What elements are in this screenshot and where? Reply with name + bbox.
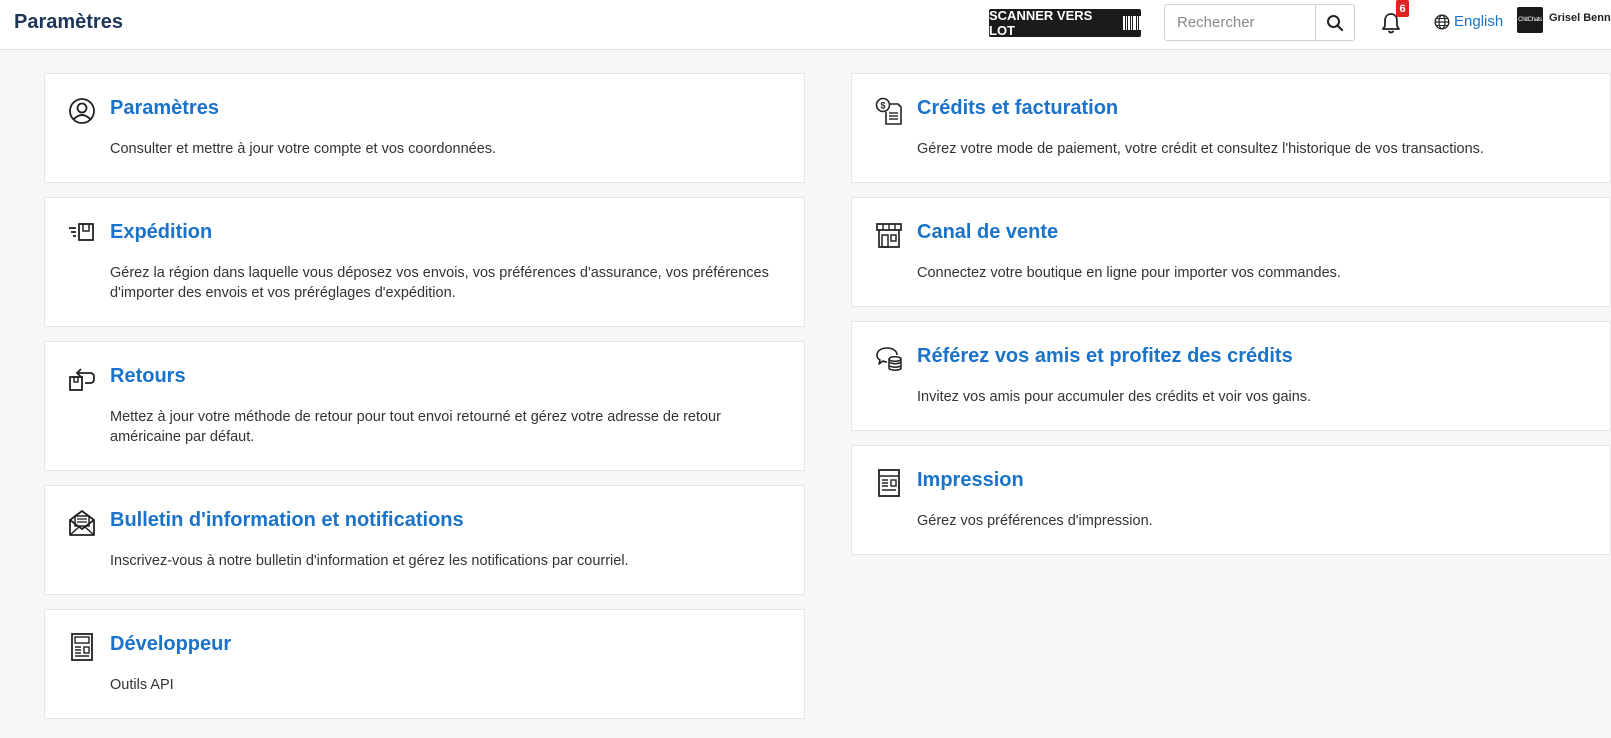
- card-title: Paramètres: [110, 97, 219, 119]
- settings-card-developer[interactable]: Développeur Outils API: [44, 609, 805, 719]
- card-title: Impression: [917, 469, 1024, 491]
- user-name[interactable]: Grisel Benn: [1549, 12, 1611, 24]
- card-title: Crédits et facturation: [917, 97, 1119, 119]
- user-circle-icon: [69, 98, 95, 124]
- scan-to-batch-button[interactable]: SCANNER VERS LOT: [989, 8, 1141, 38]
- search-input[interactable]: [1165, 5, 1315, 40]
- settings-card-account[interactable]: Paramètres Consulter et mettre à jour vo…: [44, 73, 805, 183]
- notification-badge: 6: [1396, 0, 1409, 17]
- card-title: Référez vos amis et profitez des crédits: [917, 345, 1293, 367]
- settings-card-printing[interactable]: Impression Gérez vos préférences d'impre…: [851, 445, 1611, 555]
- settings-card-referral[interactable]: Référez vos amis et profitez des crédits…: [851, 321, 1611, 431]
- settings-card-shipping[interactable]: Expédition Gérez la région dans laquelle…: [44, 197, 805, 327]
- card-description: Connectez votre boutique en ligne pour i…: [917, 265, 1341, 281]
- printer-document-icon: [878, 469, 900, 497]
- card-title: Développeur: [110, 633, 232, 655]
- billing-dollar-icon: $: [875, 97, 902, 125]
- svg-text:$: $: [880, 101, 885, 111]
- return-box-icon: [69, 368, 95, 391]
- developer-document-icon: [71, 633, 93, 661]
- card-title: Expédition: [110, 221, 213, 243]
- top-bar: Paramètres SCANNER VERS LOT 6 English Ch: [0, 0, 1611, 50]
- page-title: Paramètres: [14, 11, 123, 33]
- search-icon: [1327, 14, 1344, 31]
- card-description: Invitez vos amis pour accumuler des créd…: [917, 389, 1312, 405]
- scan-button-label: SCANNER VERS LOT: [989, 8, 1093, 38]
- card-description: Inscrivez-vous à notre bulletin d'inform…: [110, 553, 629, 569]
- card-description: Gérez votre mode de paiement, votre créd…: [917, 141, 1484, 157]
- card-description: Consulter et mettre à jour votre compte …: [110, 141, 497, 157]
- avatar[interactable]: ChitChats: [1517, 7, 1543, 33]
- settings-card-newsletter[interactable]: Bulletin d'information et notifications …: [44, 485, 805, 595]
- envelope-open-icon: [69, 510, 95, 536]
- language-label: English: [1454, 13, 1504, 30]
- search-button[interactable]: [1315, 5, 1354, 40]
- search-box: [1164, 4, 1355, 41]
- card-description: Gérez vos préférences d'impression.: [917, 513, 1153, 529]
- shipping-box-icon: [69, 223, 94, 241]
- barcode-icon: [1123, 16, 1141, 30]
- globe-icon: [1434, 13, 1450, 30]
- card-title: Canal de vente: [917, 221, 1059, 243]
- settings-card-sales-channel[interactable]: Canal de vente Connectez votre boutique …: [851, 197, 1611, 307]
- card-description: Outils API: [110, 677, 174, 693]
- storefront-icon: [876, 223, 902, 248]
- referral-coins-icon: [876, 347, 902, 371]
- language-switcher[interactable]: English: [1434, 13, 1503, 30]
- settings-card-returns[interactable]: Retours Mettez à jour votre méthode de r…: [44, 341, 805, 471]
- card-title: Retours: [110, 365, 186, 387]
- card-title: Bulletin d'information et notifications: [110, 509, 464, 531]
- card-description: Mettez à jour votre méthode de retour po…: [110, 409, 721, 445]
- card-description: Gérez la région dans laquelle vous dépos…: [110, 265, 769, 301]
- settings-card-billing[interactable]: $ Crédits et facturation Gérez votre mod…: [851, 73, 1611, 183]
